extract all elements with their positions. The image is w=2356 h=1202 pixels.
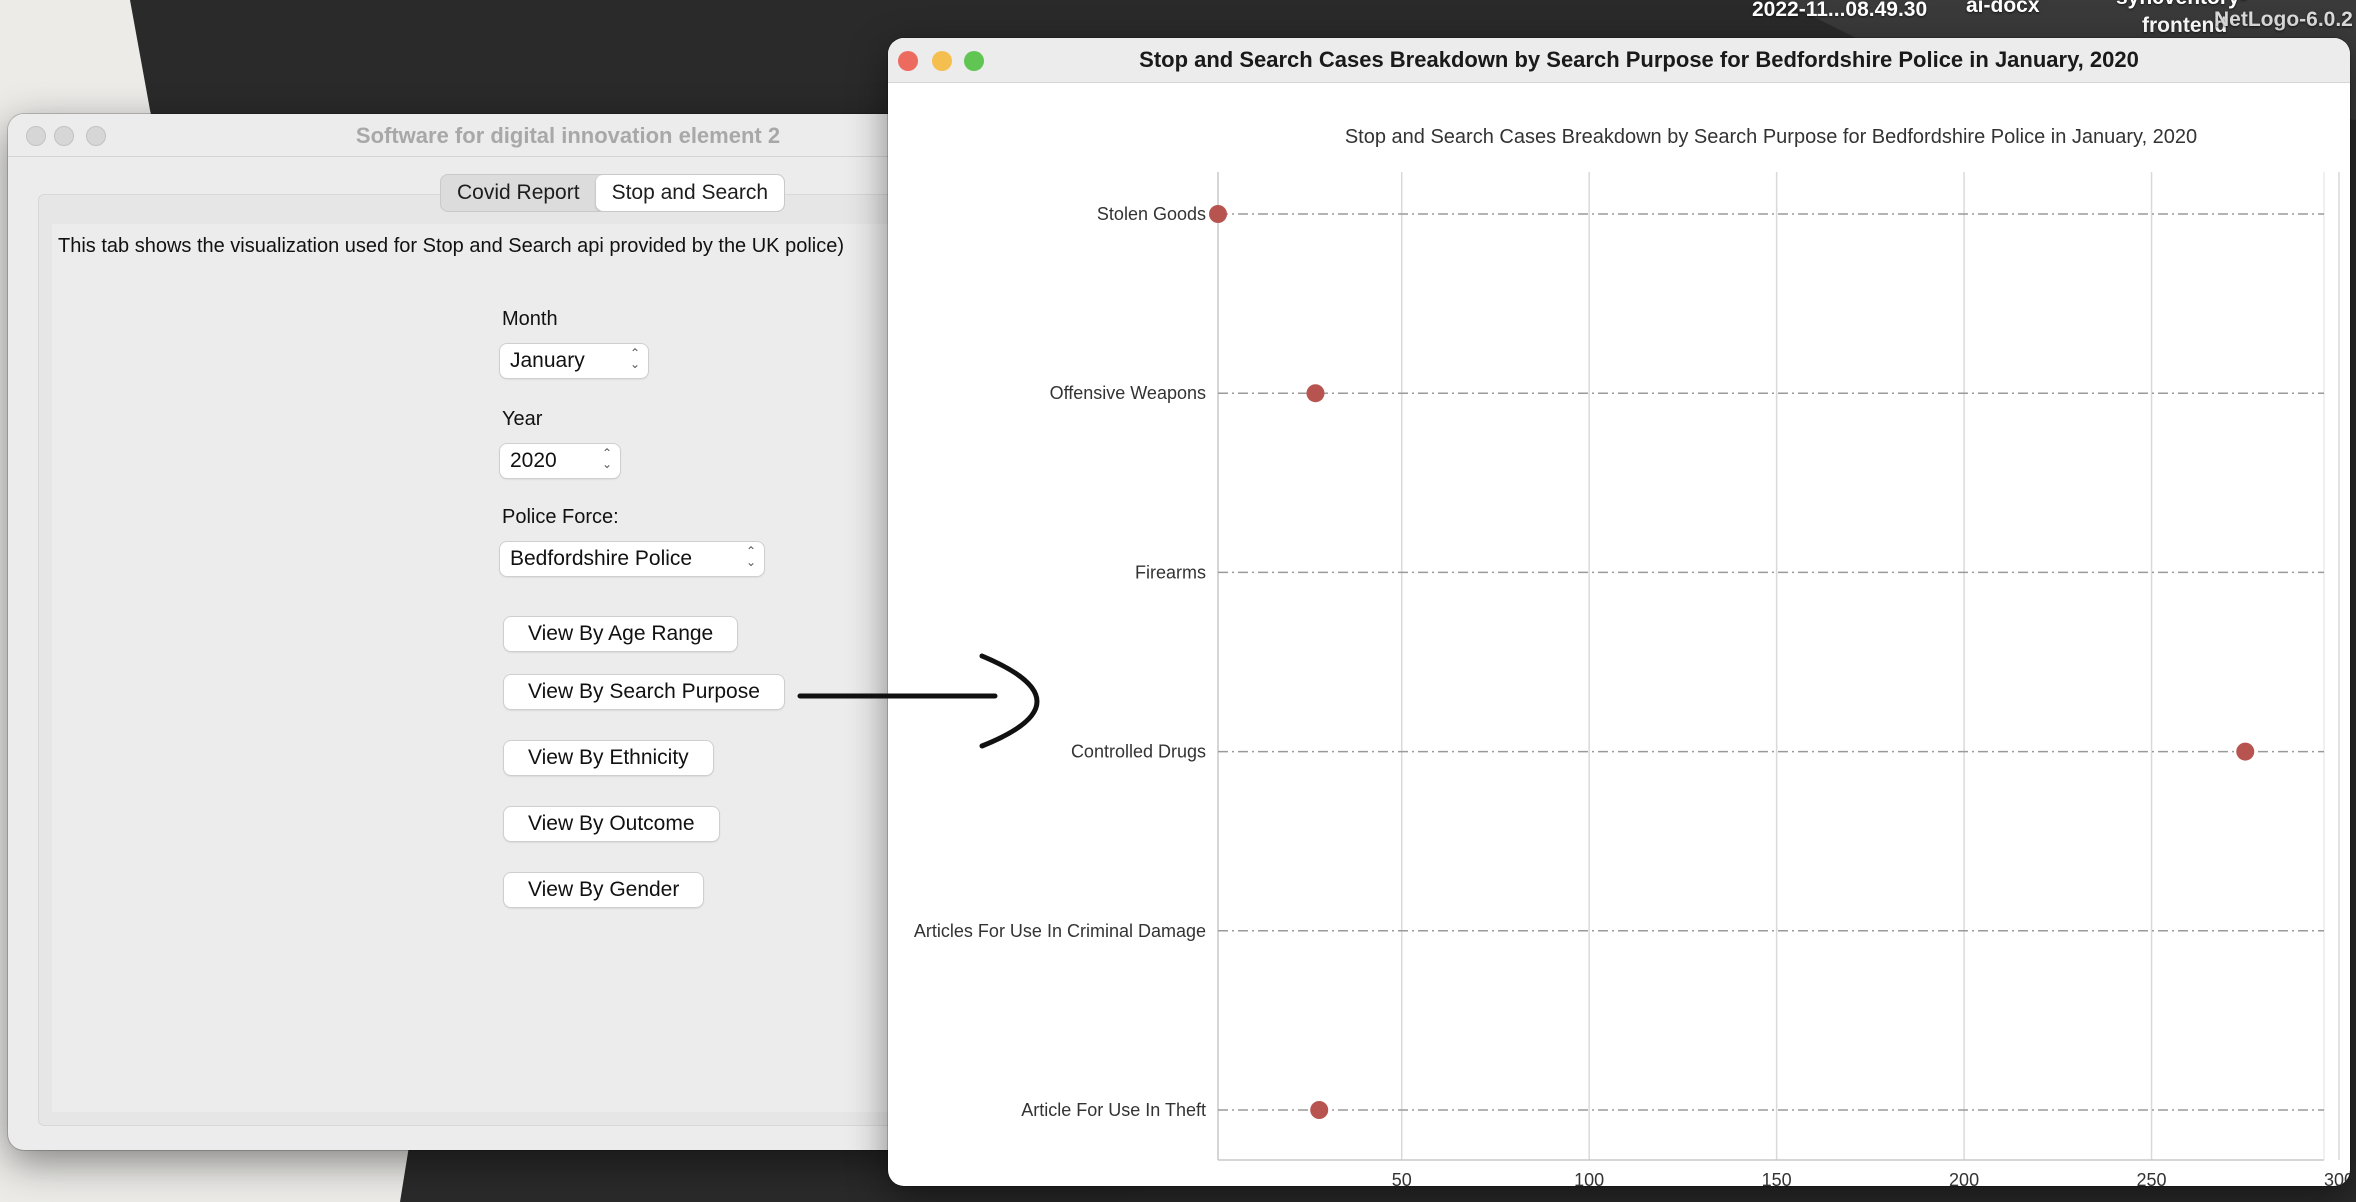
tab-stop-and-search[interactable]: Stop and Search xyxy=(595,175,785,211)
police-force-label: Police Force: xyxy=(502,506,619,528)
tab-bar: Covid Report Stop and Search xyxy=(440,174,786,212)
data-point xyxy=(1306,384,1325,403)
chevron-updown-icon: ⌃ ⌄ xyxy=(601,446,612,471)
x-tick-label: 200 xyxy=(1949,1170,1979,1186)
data-point xyxy=(1209,205,1227,223)
y-tick-label: Offensive Weapons xyxy=(1050,383,1206,403)
desktop-file-label-2[interactable]: ai-docx xyxy=(1966,0,2040,18)
view-by-age-range-button[interactable]: View By Age Range xyxy=(504,617,738,651)
month-value: January xyxy=(510,349,585,372)
x-tick-label: 50 xyxy=(1392,1170,1412,1186)
year-select[interactable]: 2020 ⌃ ⌄ xyxy=(500,444,620,478)
view-by-gender-button[interactable]: View By Gender xyxy=(504,873,704,907)
x-tick-label: 150 xyxy=(1762,1170,1792,1186)
view-by-search-purpose-button[interactable]: View By Search Purpose xyxy=(504,675,784,709)
figure-window-title: Stop and Search Cases Breakdown by Searc… xyxy=(1139,47,2139,72)
x-tick-label: 300 xyxy=(2324,1170,2350,1186)
tab-description: This tab shows the visualization used fo… xyxy=(58,235,844,257)
figure-window: Stop and Search Cases Breakdown by Searc… xyxy=(888,38,2350,1186)
police-force-value: Bedfordshire Police xyxy=(510,547,693,570)
month-label: Month xyxy=(502,308,558,330)
chevron-updown-icon: ⌃ ⌄ xyxy=(745,544,756,569)
y-tick-label: Article For Use In Theft xyxy=(1021,1100,1206,1120)
figure-titlebar[interactable]: Stop and Search Cases Breakdown by Searc… xyxy=(888,38,2350,83)
police-force-select[interactable]: Bedfordshire Police ⌃ ⌄ xyxy=(500,542,764,576)
month-select[interactable]: January ⌃ ⌄ xyxy=(500,344,648,378)
x-tick-label: 250 xyxy=(2137,1170,2167,1186)
y-tick-label: Articles For Use In Criminal Damage xyxy=(914,921,1206,941)
chart-title: Stop and Search Cases Breakdown by Searc… xyxy=(1345,126,2197,148)
close-button[interactable] xyxy=(898,51,918,71)
x-tick-label: 100 xyxy=(1574,1170,1604,1186)
tab-covid-report[interactable]: Covid Report xyxy=(441,175,596,211)
data-point xyxy=(2236,742,2255,761)
dot-chart: Stop and Search Cases Breakdown by Searc… xyxy=(914,126,2350,1186)
data-point xyxy=(1310,1101,1329,1119)
view-by-outcome-button[interactable]: View By Outcome xyxy=(504,807,719,841)
y-tick-label: Stolen Goods xyxy=(1097,204,1206,224)
year-value: 2020 xyxy=(510,449,557,472)
y-tick-label: Firearms xyxy=(1135,562,1206,582)
view-by-ethnicity-button[interactable]: View By Ethnicity xyxy=(504,741,713,775)
y-tick-label: Controlled Drugs xyxy=(1071,742,1206,762)
desktop-file-label-5[interactable]: NetLogo-6.0.2 xyxy=(2214,8,2353,32)
chevron-updown-icon: ⌃ ⌄ xyxy=(629,346,640,371)
year-label: Year xyxy=(502,408,543,430)
desktop-file-label-1[interactable]: 2022-11...08.49.30 xyxy=(1752,0,1927,22)
